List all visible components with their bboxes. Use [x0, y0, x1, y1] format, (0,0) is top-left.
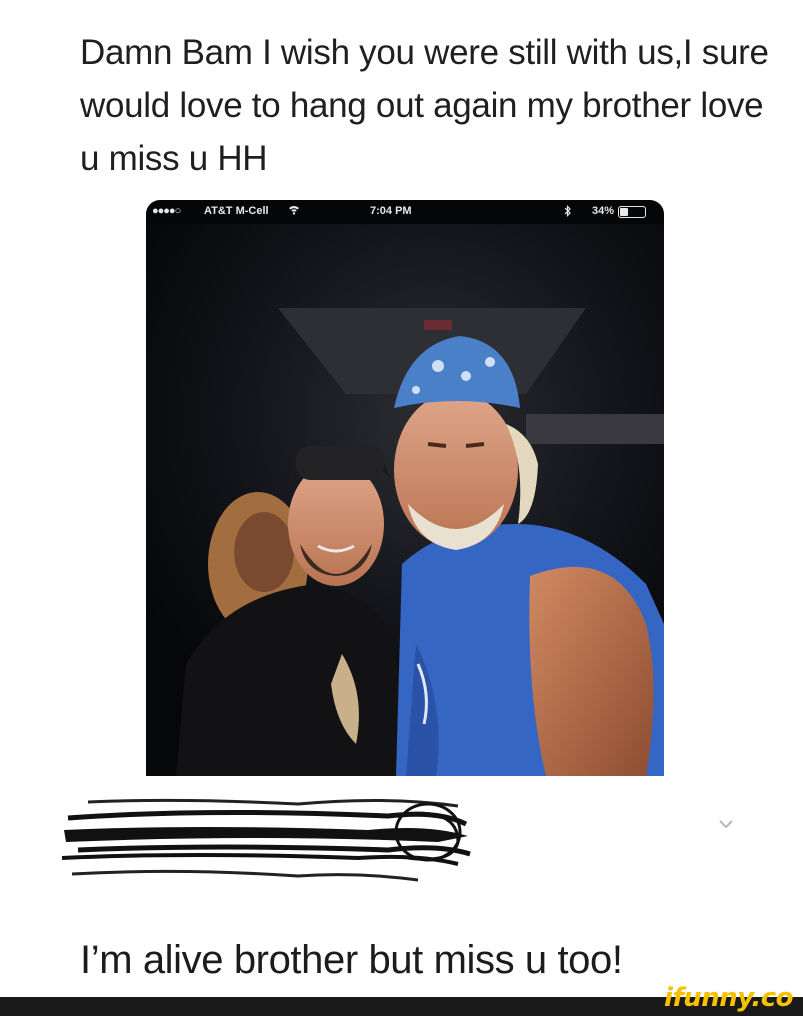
- battery-level-fill: [620, 208, 628, 216]
- status-time: 7:04 PM: [370, 205, 412, 217]
- battery-icon: [618, 206, 646, 218]
- man-face: [288, 462, 384, 586]
- battery-percent: 34%: [592, 205, 615, 217]
- carrier-name: AT&T M-Cell: [204, 205, 269, 217]
- photo: [146, 224, 664, 776]
- phone-status-bar: ●●●●○ AT&T M-Cell 7:04 PM 34%: [146, 200, 664, 224]
- ifunny-watermark: ifunny.co: [664, 983, 793, 1013]
- meme-page: Damn Bam I wish you were still with us,I…: [0, 0, 803, 1016]
- background-wall: [526, 414, 664, 444]
- large-man-face: [394, 392, 518, 548]
- phone-screenshot: ●●●●○ AT&T M-Cell 7:04 PM 34%: [146, 200, 664, 776]
- background-woman-face: [234, 512, 294, 592]
- ceiling-light: [424, 320, 452, 330]
- redacted-username-scribble: [61, 798, 471, 882]
- wifi-icon: [288, 205, 300, 218]
- signal-strength: ●●●●○: [152, 205, 181, 217]
- reply-caption: I’m alive brother but miss u too!: [80, 938, 623, 982]
- bluetooth-icon: [564, 205, 572, 220]
- chevron-down-icon[interactable]: [714, 812, 738, 836]
- post-caption: Damn Bam I wish you were still with us,I…: [80, 33, 769, 178]
